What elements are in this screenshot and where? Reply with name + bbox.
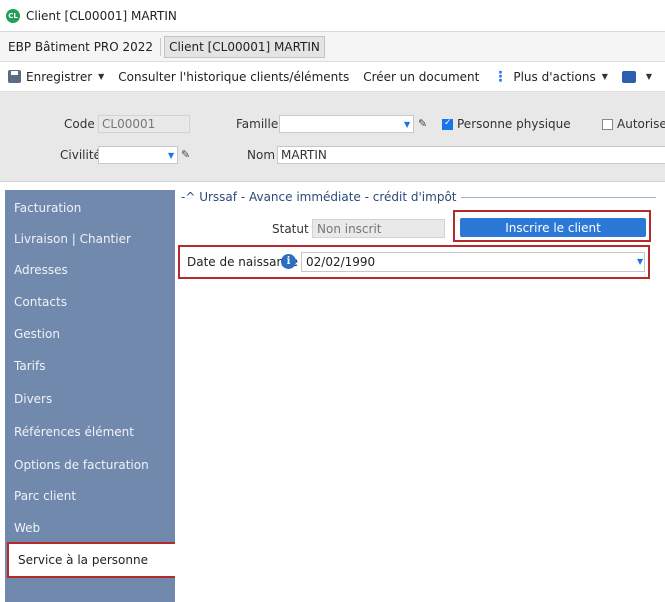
window-titlebar: CL Client [CL00001] MARTIN: [0, 0, 665, 32]
client-icon: CL: [6, 8, 20, 23]
code-field: CL00001: [98, 115, 190, 133]
chevron-down-icon[interactable]: ▼: [404, 120, 410, 129]
personne-physique-label: Personne physique: [457, 117, 571, 131]
nom-label: Nom: [247, 148, 276, 162]
sidebar-item-adresses[interactable]: Adresses: [5, 259, 175, 281]
sidebar-item-divers[interactable]: Divers: [5, 388, 175, 410]
more-actions-button[interactable]: ⋮ Plus d'actions ▼: [493, 69, 608, 85]
inscrire-client-button[interactable]: Inscrire le client: [460, 218, 646, 237]
sidebar-item-tarifs[interactable]: Tarifs: [5, 355, 175, 377]
client-header-form: Code CL00001 Famille ▼ ✎ Personne physiq…: [0, 92, 665, 182]
breadcrumb-separator: [160, 37, 162, 56]
info-icon[interactable]: i: [281, 254, 296, 269]
history-button[interactable]: Consulter l'historique clients/éléments: [118, 70, 349, 84]
pencil-icon[interactable]: ✎: [181, 148, 190, 161]
save-icon: [8, 70, 21, 83]
civilite-label: Civilité: [60, 148, 101, 162]
statut-field: Non inscrit: [312, 219, 445, 238]
autorise-label: Autorise: [617, 117, 665, 131]
sidebar-item-contacts[interactable]: Contacts: [5, 291, 175, 313]
personne-physique-checkbox[interactable]: [442, 118, 453, 130]
main-panel: -^ Urssaf - Avance immédiate - crédit d'…: [175, 182, 665, 602]
chevron-down-icon[interactable]: ▼: [637, 257, 643, 266]
chevron-down-icon[interactable]: ▼: [168, 151, 174, 160]
toolbar: Enregistrer ▼ Consulter l'historique cli…: [0, 62, 665, 92]
urssaf-group-title: Urssaf - Avance immédiate - crédit d'imp…: [199, 190, 457, 204]
sidebar-item-parc-client[interactable]: Parc client: [5, 485, 175, 507]
sidebar-item-references-element[interactable]: Références élément: [5, 421, 175, 443]
create-document-button[interactable]: Créer un document: [363, 70, 479, 84]
autorise-checkbox[interactable]: [602, 119, 613, 130]
save-button-label: Enregistrer: [26, 69, 93, 84]
urssaf-group-header[interactable]: -^ Urssaf - Avance immédiate - crédit d'…: [181, 190, 461, 204]
famille-label: Famille: [236, 117, 279, 131]
view-button[interactable]: ▼: [621, 70, 653, 83]
more-actions-label: Plus d'actions: [513, 69, 596, 84]
sidebar-item-service-personne[interactable]: Service à la personne: [7, 542, 179, 578]
sidebar-item-options-facturation[interactable]: Options de facturation: [5, 454, 175, 476]
famille-select[interactable]: [279, 115, 414, 133]
breadcrumb-app[interactable]: EBP Bâtiment PRO 2022: [4, 37, 157, 57]
view-icon: [621, 70, 636, 83]
sidebar-item-facturation[interactable]: Facturation: [5, 197, 175, 219]
collapse-chevron-icon[interactable]: -^: [181, 190, 199, 204]
window-title: Client [CL00001] MARTIN: [26, 8, 177, 23]
code-label: Code: [64, 117, 95, 131]
date-naissance-field[interactable]: 02/02/1990: [301, 252, 645, 272]
sidebar: Facturation Livraison | Chantier Adresse…: [5, 190, 179, 602]
breadcrumb: EBP Bâtiment PRO 2022 Client [CL00001] M…: [0, 32, 665, 62]
civilite-select[interactable]: [98, 146, 178, 164]
sidebar-item-gestion[interactable]: Gestion: [5, 323, 175, 345]
breadcrumb-client[interactable]: Client [CL00001] MARTIN: [164, 35, 325, 58]
sidebar-item-web[interactable]: Web: [5, 517, 175, 539]
pencil-icon[interactable]: ✎: [418, 117, 427, 130]
vertical-dots-icon: ⋮: [493, 68, 508, 85]
statut-label: Statut: [272, 222, 309, 236]
chevron-down-icon: ▼: [645, 72, 653, 81]
nom-field[interactable]: MARTIN: [277, 146, 665, 164]
save-button[interactable]: Enregistrer ▼: [8, 70, 104, 84]
chevron-down-icon[interactable]: ▼: [98, 72, 104, 81]
chevron-down-icon: ▼: [601, 72, 608, 81]
sidebar-item-livraison[interactable]: Livraison | Chantier: [5, 228, 175, 250]
